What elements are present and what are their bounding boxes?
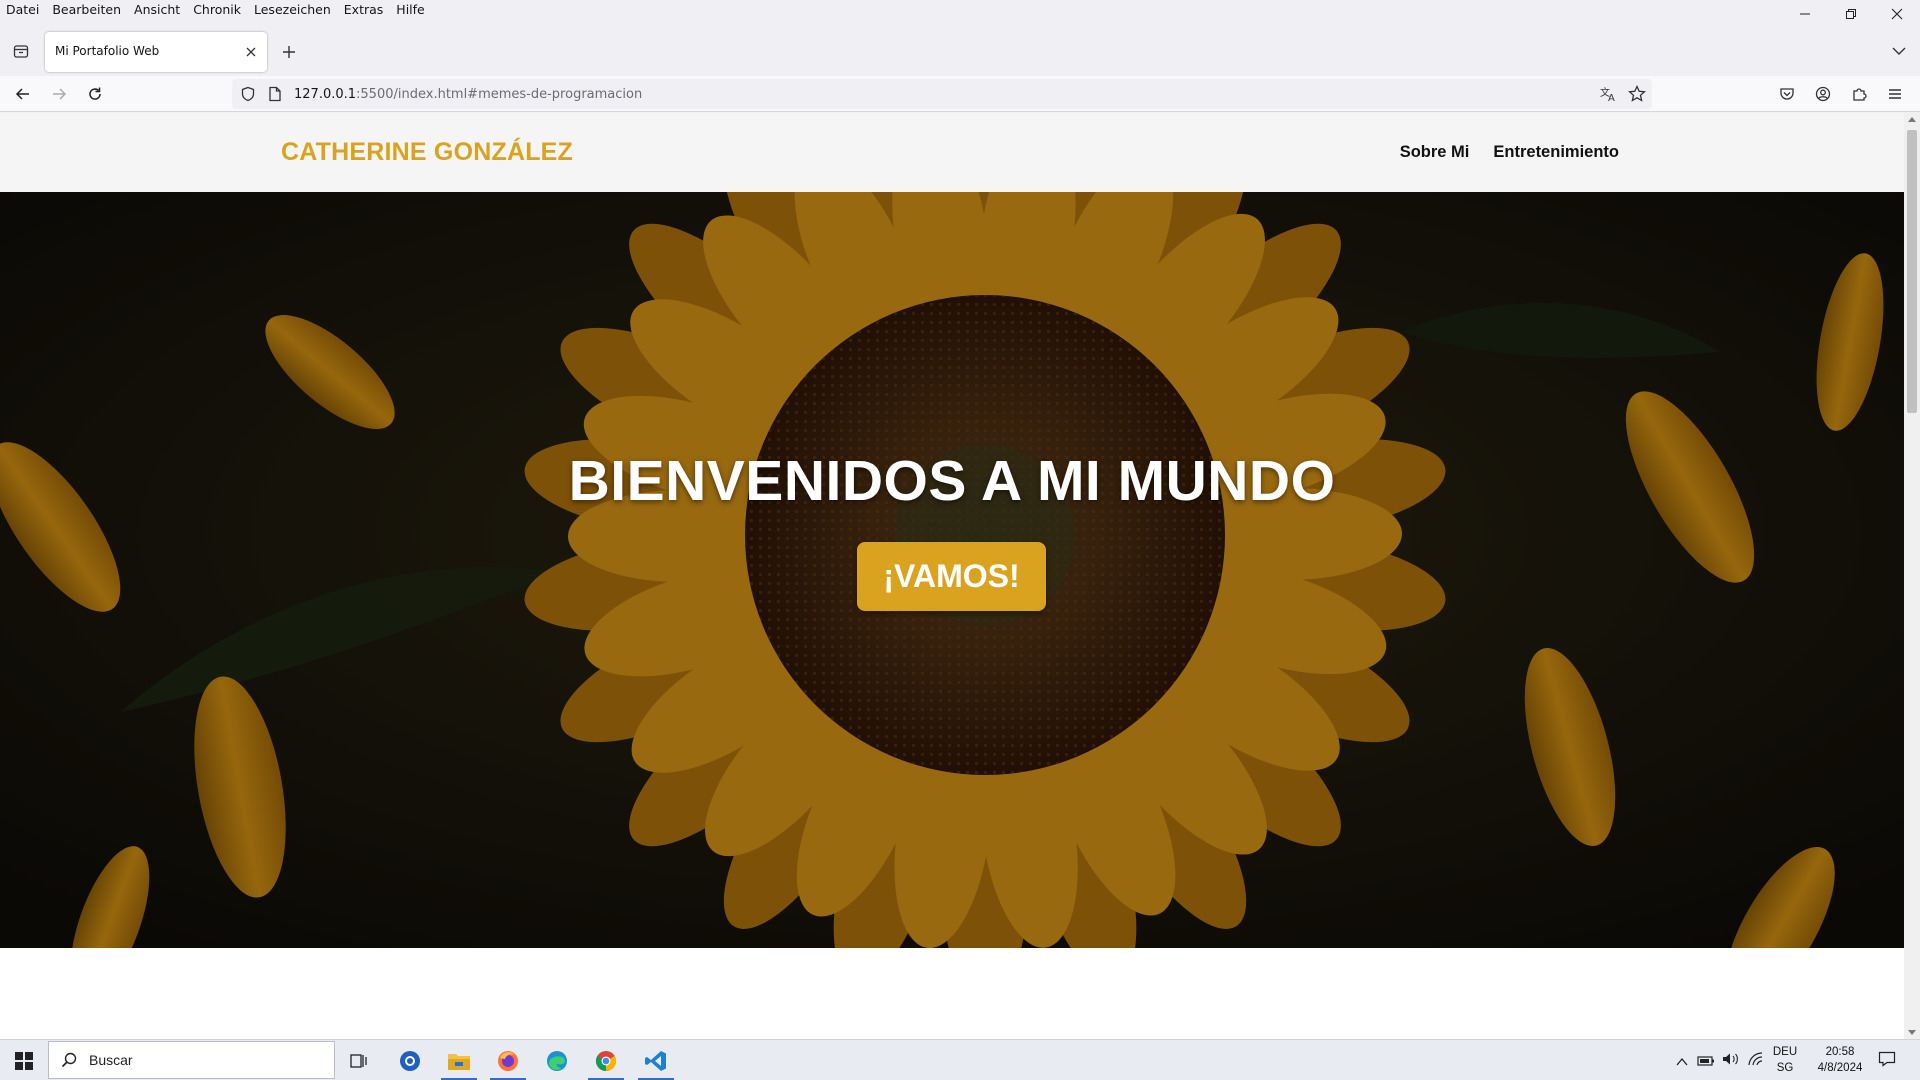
volume-control[interactable] <box>1722 1051 1740 1070</box>
web-page: CATHERINE GONZÁLEZ Sobre Mi Entretenimie… <box>0 113 1904 1039</box>
firefox-icon <box>498 1050 518 1071</box>
nav-link-sobre-mi[interactable]: Sobre Mi <box>1400 143 1470 162</box>
scroll-down-icon[interactable] <box>1908 1030 1916 1036</box>
clock-time: 20:58 <box>1825 1046 1855 1058</box>
list-all-tabs-button[interactable] <box>1888 40 1910 62</box>
speaker-icon <box>1723 1053 1738 1065</box>
vscode-icon <box>645 1050 666 1071</box>
page-icon <box>269 86 281 102</box>
clock-date: 4/8/2024 <box>1817 1062 1863 1074</box>
chrome-button[interactable] <box>582 1040 630 1080</box>
network-status[interactable] <box>1748 1051 1764 1070</box>
new-tab-button[interactable] <box>278 41 300 63</box>
taskbar-search[interactable]: Buscar <box>48 1041 335 1079</box>
file-explorer-icon <box>448 1053 470 1070</box>
site-logo[interactable]: CATHERINE GONZÁLEZ <box>281 138 573 167</box>
language-code: DEU <box>1772 1046 1798 1058</box>
hero-section: BIENVENIDOS A MI MUNDO ¡VAMOS! <box>0 192 1904 948</box>
task-view-icon <box>350 1053 367 1068</box>
shield-icon <box>241 86 255 102</box>
battery-status[interactable] <box>1697 1052 1715 1071</box>
url-path: :5500/index.html#memes-de-programacion <box>356 87 643 102</box>
file-explorer-button[interactable] <box>435 1040 483 1080</box>
svg-text:A: A <box>1608 93 1615 102</box>
hamburger-menu-icon <box>1889 89 1901 99</box>
windows-taskbar: Buscar DEU SG 20:58 4/8/2024 <box>0 1039 1920 1080</box>
wifi-icon <box>1748 1052 1763 1066</box>
translate-icon[interactable]: 文A <box>1600 86 1618 102</box>
windows-logo-icon <box>15 1051 33 1070</box>
clock[interactable]: 20:58 4/8/2024 <box>1808 1044 1872 1076</box>
minimize-icon <box>1800 13 1810 15</box>
nav-link-entretenimiento[interactable]: Entretenimiento <box>1493 143 1619 162</box>
restore-icon <box>1846 9 1856 19</box>
close-icon <box>1891 8 1903 20</box>
support-assistant-icon <box>400 1050 420 1071</box>
site-nav: Sobre Mi Entretenimiento <box>1400 143 1619 162</box>
hero-title: BIENVENIDOS A MI MUNDO <box>568 449 1336 513</box>
task-view-button[interactable] <box>335 1040 383 1080</box>
search-placeholder: Buscar <box>89 1052 133 1068</box>
firefox-view-button[interactable] <box>10 40 32 62</box>
vamos-button[interactable]: ¡VAMOS! <box>857 542 1046 611</box>
vertical-scrollbar[interactable] <box>1904 113 1920 1039</box>
navigation-bar: 127.0.0.1:5500/index.html#memes-de-progr… <box>0 76 1920 112</box>
menu-lesezeichen[interactable]: Lesezeichen <box>254 2 331 17</box>
tab-title: Mi Portafolio Web <box>55 44 160 58</box>
close-icon <box>246 47 256 57</box>
pocket-button[interactable] <box>1774 81 1800 107</box>
vscode-button[interactable] <box>632 1040 680 1080</box>
back-button[interactable] <box>10 81 36 107</box>
app-menu-button[interactable] <box>1882 81 1908 107</box>
battery-icon <box>1697 1056 1714 1066</box>
show-hidden-icons-button[interactable] <box>1676 1052 1688 1071</box>
site-header: CATHERINE GONZÁLEZ Sobre Mi Entretenimie… <box>0 113 1904 192</box>
menu-bearbeiten[interactable]: Bearbeiten <box>52 2 121 17</box>
tab-strip: Mi Portafolio Web <box>0 20 1920 76</box>
forward-button[interactable] <box>46 81 72 107</box>
tab-mi-portafolio[interactable]: Mi Portafolio Web <box>45 32 267 72</box>
edge-button[interactable] <box>533 1040 581 1080</box>
arrow-left-icon <box>15 88 29 100</box>
reload-icon <box>89 87 101 100</box>
extensions-button[interactable] <box>1846 81 1872 107</box>
puzzle-icon <box>1853 88 1867 101</box>
chevron-up-icon <box>1676 1057 1688 1066</box>
account-button[interactable] <box>1810 81 1836 107</box>
url-bar[interactable]: 127.0.0.1:5500/index.html#memes-de-progr… <box>232 79 1652 109</box>
menu-extras[interactable]: Extras <box>344 2 384 17</box>
chevron-down-icon <box>1892 47 1906 55</box>
reload-button[interactable] <box>82 81 108 107</box>
notification-center-button[interactable] <box>1878 1051 1896 1071</box>
input-language-indicator[interactable]: DEU SG <box>1770 1044 1800 1076</box>
arrow-right-icon <box>53 88 67 100</box>
menu-bar: Datei Bearbeiten Ansicht Chronik Lesezei… <box>0 0 1920 20</box>
menu-hilfe[interactable]: Hilfe <box>396 2 424 17</box>
url-text[interactable]: 127.0.0.1:5500/index.html#memes-de-progr… <box>294 87 642 102</box>
keyboard-layout-code: SG <box>1776 1062 1794 1074</box>
tab-close-button[interactable] <box>241 42 261 62</box>
support-app-button[interactable] <box>386 1040 434 1080</box>
firefox-button[interactable] <box>484 1040 532 1080</box>
edge-icon <box>547 1050 567 1071</box>
account-icon <box>1815 86 1831 102</box>
scrollbar-thumb[interactable] <box>1907 130 1917 413</box>
search-icon <box>61 1052 77 1068</box>
menu-list: Datei Bearbeiten Ansicht Chronik Lesezei… <box>6 2 425 17</box>
firefox-view-icon <box>13 45 29 58</box>
menu-datei[interactable]: Datei <box>6 2 39 17</box>
chrome-icon <box>595 1050 617 1071</box>
menu-ansicht[interactable]: Ansicht <box>134 2 180 17</box>
notification-icon <box>1878 1051 1896 1067</box>
star-bookmark-icon[interactable] <box>1628 85 1646 103</box>
start-button[interactable] <box>0 1040 48 1080</box>
url-host: 127.0.0.1 <box>294 87 357 102</box>
plus-icon <box>283 46 295 58</box>
menu-chronik[interactable]: Chronik <box>193 2 241 17</box>
scroll-up-icon[interactable] <box>1908 116 1916 122</box>
pocket-icon <box>1780 88 1794 100</box>
